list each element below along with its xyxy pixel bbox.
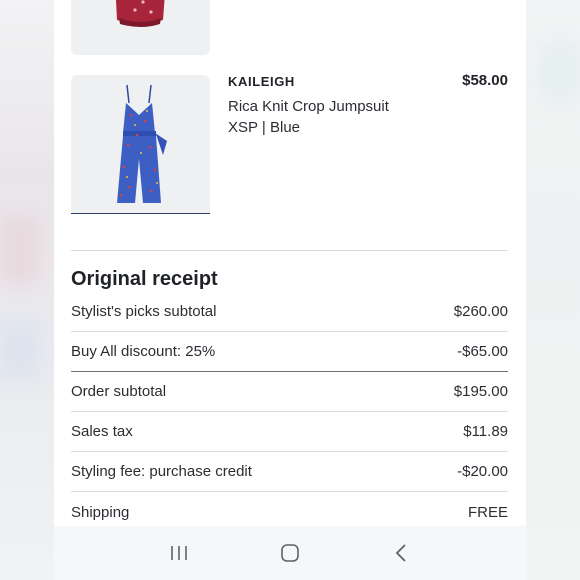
item-name[interactable]: Rica Knit Crop Jumpsuit [228, 98, 389, 115]
receipt-title: Original receipt [71, 268, 218, 290]
back-icon [395, 544, 406, 562]
receipt-rows: Stylist's picks subtotal $260.00 Buy All… [71, 292, 508, 526]
row-value: FREE [467, 503, 508, 521]
receipt-row-picks-subtotal: Stylist's picks subtotal $260.00 [71, 292, 508, 332]
item-price: $58.00 [462, 72, 508, 89]
system-nav-bar [54, 526, 526, 580]
receipt-row-discount: Buy All discount: 25% -$65.00 [71, 332, 508, 372]
section-divider [71, 250, 508, 251]
receipt-row-sales-tax: Sales tax $11.89 [71, 412, 508, 452]
recent-apps-icon [171, 546, 188, 560]
home-icon [281, 544, 299, 562]
row-label: Buy All discount: 25% [71, 343, 216, 360]
row-value: -$65.00 [457, 343, 508, 360]
row-label: Styling fee: purchase credit [71, 463, 252, 480]
row-label: Order subtotal [71, 383, 167, 400]
previous-item-image[interactable] [71, 0, 210, 55]
receipt-sheet: KAILEIGH $58.00 Rica Knit Crop Jumpsuit … [54, 0, 526, 526]
row-label: Sales tax [71, 423, 133, 440]
receipt-row-order-subtotal: Order subtotal $195.00 [71, 372, 508, 412]
receipt-row-styling-fee: Styling fee: purchase credit -$20.00 [71, 452, 508, 492]
back-button[interactable] [386, 538, 416, 568]
row-value: $11.89 [463, 423, 508, 440]
background-right [526, 0, 580, 580]
row-value: $195.00 [453, 383, 508, 400]
row-value: -$20.00 [457, 463, 508, 480]
row-value: $260.00 [453, 303, 508, 320]
row-label: Shipping [71, 503, 130, 521]
background-left [0, 0, 54, 580]
jumpsuit-image[interactable] [71, 75, 210, 214]
recent-apps-button[interactable] [164, 538, 194, 568]
item-variant: XSP | Blue [228, 119, 300, 136]
item-brand: KAILEIGH [228, 74, 295, 89]
row-label: Stylist's picks subtotal [71, 303, 217, 320]
receipt-row-shipping: Shipping FREE [71, 492, 508, 526]
home-button[interactable] [275, 538, 305, 568]
